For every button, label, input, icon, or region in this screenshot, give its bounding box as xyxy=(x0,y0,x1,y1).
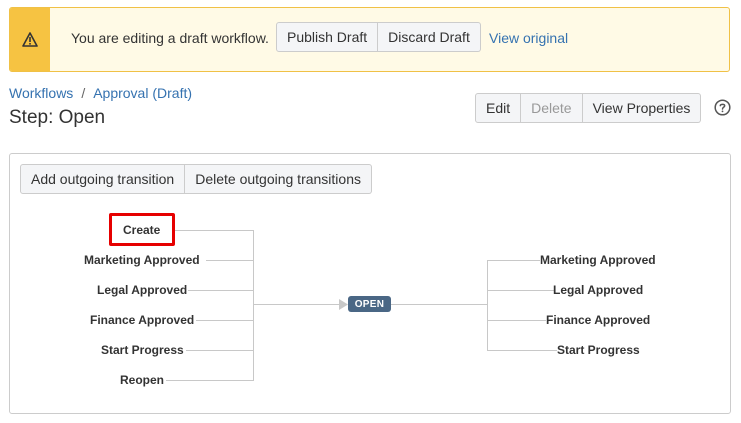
incoming-transition-start-progress[interactable]: Start Progress xyxy=(101,343,184,357)
outgoing-transition-finance-approved[interactable]: Finance Approved xyxy=(546,313,650,327)
draft-warning-banner: You are editing a draft workflow. Publis… xyxy=(9,7,730,72)
breadcrumb-workflows[interactable]: Workflows xyxy=(9,85,73,101)
view-properties-button[interactable]: View Properties xyxy=(582,93,702,123)
transition-actions: Add outgoing transition Delete outgoing … xyxy=(20,164,372,194)
publish-draft-button[interactable]: Publish Draft xyxy=(276,22,379,52)
status-lozenge-open: OPEN xyxy=(348,296,391,312)
outgoing-transition-start-progress[interactable]: Start Progress xyxy=(557,343,640,357)
delete-outgoing-transitions-button[interactable]: Delete outgoing transitions xyxy=(185,164,372,194)
page-title: Step: Open xyxy=(9,107,106,128)
breadcrumb-approval-draft[interactable]: Approval (Draft) xyxy=(93,85,192,101)
incoming-transition-reopen[interactable]: Reopen xyxy=(120,373,164,387)
add-outgoing-transition-button[interactable]: Add outgoing transition xyxy=(20,164,186,194)
draft-actions: Publish Draft Discard Draft xyxy=(276,22,481,52)
incoming-transition-marketing-approved[interactable]: Marketing Approved xyxy=(84,253,200,267)
discard-draft-button[interactable]: Discard Draft xyxy=(378,22,481,52)
edit-button[interactable]: Edit xyxy=(475,93,522,123)
warning-icon xyxy=(22,32,38,47)
banner-message: You are editing a draft workflow. xyxy=(71,30,269,46)
outgoing-transition-marketing-approved[interactable]: Marketing Approved xyxy=(540,253,656,267)
incoming-transition-finance-approved[interactable]: Finance Approved xyxy=(90,313,194,327)
incoming-transition-legal-approved[interactable]: Legal Approved xyxy=(97,283,187,297)
breadcrumb-separator: / xyxy=(81,85,86,101)
step-transitions-panel: Add outgoing transition Delete outgoing … xyxy=(9,153,731,414)
step-actions: Edit Delete View Properties xyxy=(475,93,702,123)
delete-button: Delete xyxy=(521,93,583,123)
outgoing-transition-legal-approved[interactable]: Legal Approved xyxy=(553,283,643,297)
banner-icon-area xyxy=(10,8,50,71)
view-original-link[interactable]: View original xyxy=(489,30,568,46)
breadcrumb: Workflows / Approval (Draft) xyxy=(9,85,192,101)
arrow-head-icon xyxy=(339,299,348,310)
incoming-transition-create[interactable]: Create xyxy=(123,223,160,237)
help-icon[interactable] xyxy=(714,99,731,116)
